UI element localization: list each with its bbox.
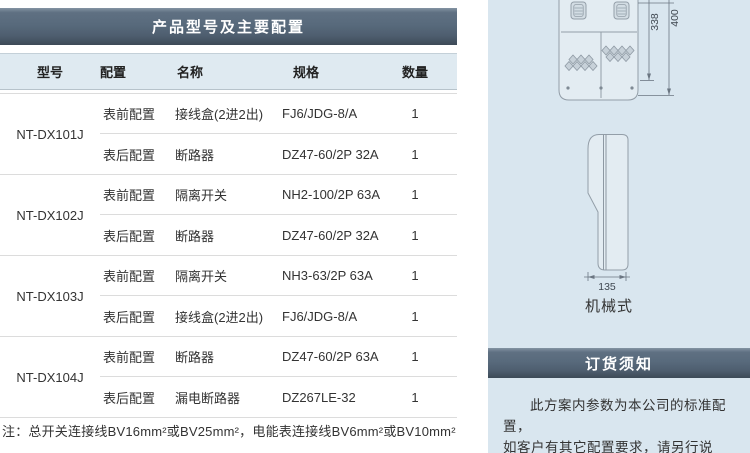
group-rows: 表前配置接线盒(2进2出)FJ6/JDG-8/A1表后配置断路器DZ47-60/… — [100, 94, 457, 174]
model-cell: NT-DX102J — [0, 175, 100, 255]
group-rows: 表前配置隔离开关NH3-63/2P 63A1表后配置接线盒(2进2出)FJ6/J… — [100, 256, 457, 336]
table-section: 产品型号及主要配置 型号 配置 名称 规格 数量 NT-DX101J表前配置接线… — [0, 0, 457, 453]
group-rows: 表前配置断路器DZ47-60/2P 63A1表后配置漏电断路器DZ267LE-3… — [100, 337, 457, 417]
model-cell: NT-DX104J — [0, 337, 100, 417]
spec-cell: FJ6/JDG-8/A — [282, 309, 390, 324]
name-cell: 隔离开关 — [175, 185, 282, 204]
config-cell: 表后配置 — [100, 226, 175, 245]
config-cell: 表前配置 — [100, 104, 175, 123]
notice-title-bar: 订货须知 — [488, 348, 750, 378]
spec-cell: NH2-100/2P 63A — [282, 187, 390, 202]
config-cell: 表后配置 — [100, 307, 175, 326]
notice-text: 此方案内参数为本公司的标准配置， 如客户有其它配置要求，请另行说明。 — [503, 395, 736, 453]
table-row: 表后配置断路器DZ47-60/2P 32A1 — [100, 134, 457, 174]
dimension-135: 135 — [598, 281, 616, 293]
meter-box-technical-drawing: 338 400 135 机械式 — [488, 0, 750, 340]
qty-cell: 1 — [390, 187, 440, 202]
table-row: 表前配置隔离开关NH2-100/2P 63A1 — [100, 175, 457, 215]
name-cell: 断路器 — [175, 347, 282, 366]
right-panel: 338 400 135 机械式 订货须知 — [488, 0, 750, 453]
config-cell: 表前配置 — [100, 185, 175, 204]
table-header-row: 型号 配置 名称 规格 数量 — [0, 53, 457, 90]
table-row: 表后配置接线盒(2进2出)FJ6/JDG-8/A1 — [100, 296, 457, 336]
qty-cell: 1 — [390, 228, 440, 243]
spec-cell: DZ47-60/2P 32A — [282, 228, 390, 243]
name-cell: 漏电断路器 — [175, 388, 282, 407]
qty-cell: 1 — [390, 349, 440, 364]
catalog-page: 产品型号及主要配置 型号 配置 名称 规格 数量 NT-DX101J表前配置接线… — [0, 0, 750, 453]
vent-window-left — [571, 2, 586, 19]
spec-cell: NH3-63/2P 63A — [282, 268, 390, 283]
spec-cell: DZ47-60/2P 32A — [282, 147, 390, 162]
name-cell: 断路器 — [175, 145, 282, 164]
name-cell: 接线盒(2进2出) — [175, 104, 282, 123]
table-row: 表后配置断路器DZ47-60/2P 32A1 — [100, 215, 457, 255]
dimension-338: 338 — [649, 13, 661, 31]
table-row: 表前配置隔离开关NH3-63/2P 63A1 — [100, 256, 457, 296]
column-header-name: 名称 — [175, 62, 282, 81]
table-group: NT-DX103J表前配置隔离开关NH3-63/2P 63A1表后配置接线盒(2… — [0, 255, 457, 336]
model-cell: NT-DX103J — [0, 256, 100, 336]
spec-cell: DZ267LE-32 — [282, 390, 390, 405]
config-cell: 表后配置 — [100, 388, 175, 407]
front-view-drawing: 338 400 — [559, 0, 681, 100]
dimension-lines-side — [584, 272, 630, 281]
table-row: 表后配置漏电断路器DZ267LE-321 — [100, 377, 457, 417]
group-rows: 表前配置隔离开关NH2-100/2P 63A1表后配置断路器DZ47-60/2P… — [100, 175, 457, 255]
column-header-model: 型号 — [0, 62, 100, 81]
table-group: NT-DX102J表前配置隔离开关NH2-100/2P 63A1表后配置断路器D… — [0, 174, 457, 255]
qty-cell: 1 — [390, 106, 440, 121]
dimension-400: 400 — [669, 9, 681, 27]
notice-line: 如客户有其它配置要求，请另行说明。 — [503, 437, 736, 453]
name-cell: 隔离开关 — [175, 266, 282, 285]
table-group: NT-DX104J表前配置断路器DZ47-60/2P 63A1表后配置漏电断路器… — [0, 336, 457, 418]
table-section-title: 产品型号及主要配置 — [152, 16, 305, 37]
config-cell: 表前配置 — [100, 266, 175, 285]
column-header-spec: 规格 — [282, 62, 390, 81]
qty-cell: 1 — [390, 309, 440, 324]
spec-cell: FJ6/JDG-8/A — [282, 106, 390, 121]
table-footnote: 注：总开关连接线BV16mm²或BV25mm²，电能表连接线BV6mm²或BV1… — [2, 421, 456, 440]
table-section-title-bar: 产品型号及主要配置 — [0, 8, 457, 45]
model-cell: NT-DX101J — [0, 94, 100, 174]
table-group: NT-DX101J表前配置接线盒(2进2出)FJ6/JDG-8/A1表后配置断路… — [0, 93, 457, 174]
table-row: 表前配置断路器DZ47-60/2P 63A1 — [100, 337, 457, 377]
column-header-qty: 数量 — [390, 62, 440, 81]
table-row: 表前配置接线盒(2进2出)FJ6/JDG-8/A1 — [100, 94, 457, 134]
notice-line: 此方案内参数为本公司的标准配置， — [503, 395, 736, 437]
qty-cell: 1 — [390, 268, 440, 283]
config-cell: 表前配置 — [100, 347, 175, 366]
side-view-drawing: 135 机械式 — [584, 135, 633, 316]
name-cell: 接线盒(2进2出) — [175, 307, 282, 326]
vent-window-right — [614, 2, 629, 19]
table-body: NT-DX101J表前配置接线盒(2进2出)FJ6/JDG-8/A1表后配置断路… — [0, 93, 457, 418]
column-header-config: 配置 — [100, 62, 175, 81]
name-cell: 断路器 — [175, 226, 282, 245]
spec-cell: DZ47-60/2P 63A — [282, 349, 390, 364]
notice-title: 订货须知 — [585, 353, 653, 374]
side-view-label: 机械式 — [585, 298, 633, 315]
qty-cell: 1 — [390, 390, 440, 405]
qty-cell: 1 — [390, 147, 440, 162]
config-cell: 表后配置 — [100, 145, 175, 164]
